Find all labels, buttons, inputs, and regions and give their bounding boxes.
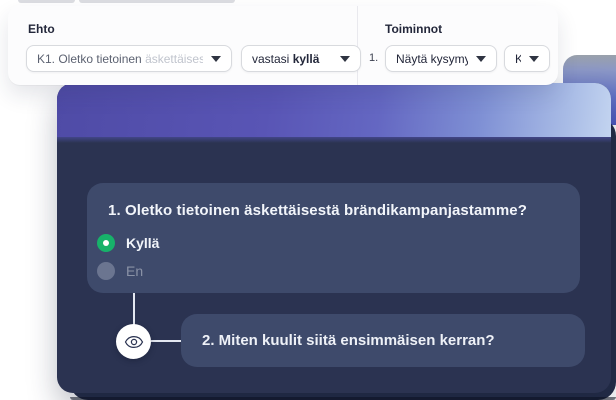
logic-toolbar: Ehto K1. Oletko tietoinen äskettäisestä……	[8, 6, 558, 85]
logic-builder-screen: 1. Oletko tietoinen äskettäisestä brändi…	[0, 0, 616, 400]
hero-gradient-band	[57, 83, 611, 143]
radio-unselected-icon[interactable]	[97, 262, 115, 280]
answer-option-label: Kyllä	[126, 235, 160, 251]
question-1-title: 1. Oletko tietoinen äskettäisestä brändi…	[108, 202, 527, 219]
action-target-dropdown[interactable]: K2	[504, 45, 550, 72]
action-type-value: Näytä kysymys	[396, 51, 468, 66]
eye-icon	[124, 335, 143, 348]
condition-question-value: K1. Oletko tietoinen äskettäisestä…	[37, 51, 203, 66]
cropped-pill-stub	[18, 0, 75, 3]
answer-option-label: En	[126, 263, 144, 279]
radio-selected-icon[interactable]	[97, 234, 115, 252]
connector-vertical-line	[133, 293, 135, 326]
show-question-node[interactable]	[116, 324, 151, 359]
condition-section-label: Ehto	[28, 22, 55, 36]
chevron-down-icon	[476, 55, 486, 62]
actions-section-label: Toiminnot	[385, 22, 443, 36]
action-type-dropdown[interactable]: Näytä kysymys	[385, 45, 497, 72]
question-card-1[interactable]: 1. Oletko tietoinen äskettäisestä brändi…	[87, 183, 580, 293]
condition-question-dropdown[interactable]: K1. Oletko tietoinen äskettäisestä…	[26, 45, 232, 72]
cropped-pill-stub	[79, 0, 235, 3]
action-index: 1.	[369, 52, 379, 64]
connector-horizontal-line	[151, 340, 182, 342]
condition-answer-dropdown[interactable]: vastasi kyllä	[241, 45, 361, 72]
chevron-down-icon	[340, 55, 350, 62]
chevron-down-icon	[211, 55, 221, 62]
question-2-title: 2. Miten kuulit siitä ensimmäisen kerran…	[202, 332, 495, 349]
answer-option-en[interactable]: En	[97, 262, 143, 280]
question-card-2[interactable]: 2. Miten kuulit siitä ensimmäisen kerran…	[181, 314, 585, 367]
chevron-down-icon	[529, 55, 539, 62]
answer-option-kylla[interactable]: Kyllä	[97, 234, 159, 252]
survey-flow-canvas: 1. Oletko tietoinen äskettäisestä brändi…	[57, 83, 611, 393]
condition-answer-value: vastasi kyllä	[252, 51, 320, 66]
action-target-value: K2	[515, 51, 521, 66]
